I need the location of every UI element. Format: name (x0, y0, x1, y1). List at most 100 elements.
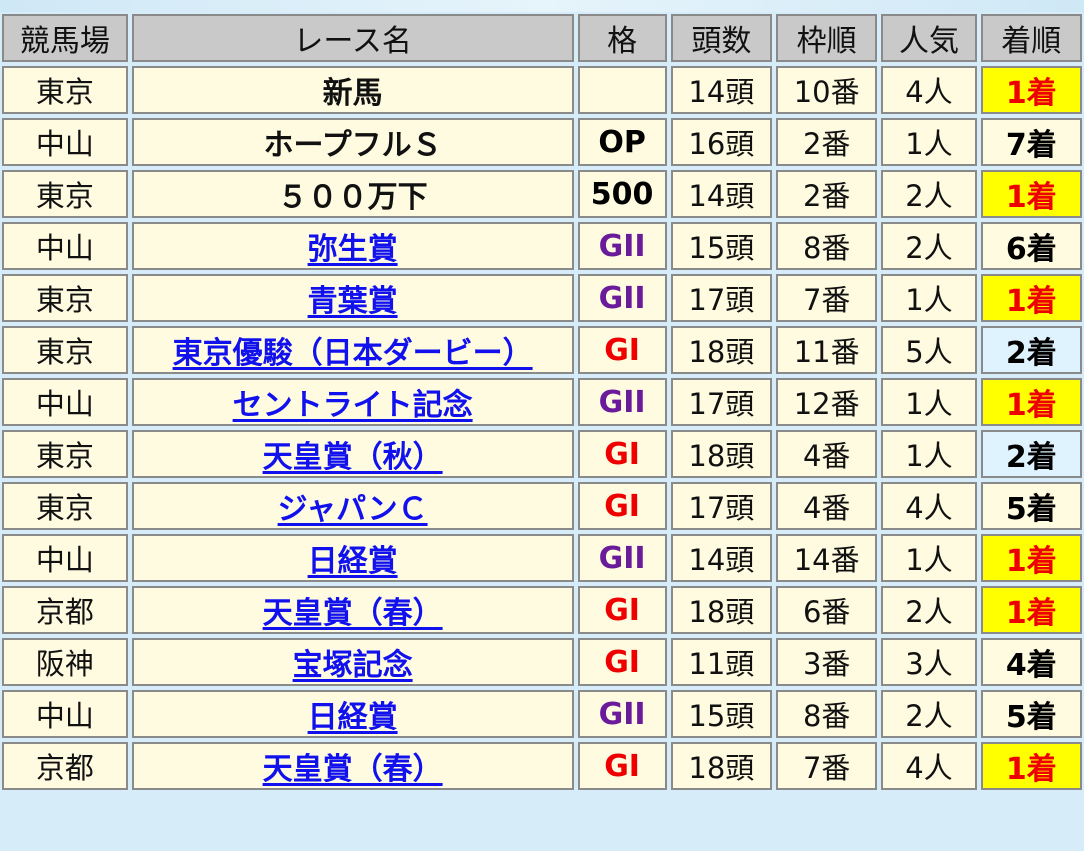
popularity-cell: 3人 (881, 638, 977, 686)
race-results-table: 競馬場 レース名 格 頭数 枠順 人気 着順 東京 新馬 14頭 10番 4人 1着 中山ホ… (0, 10, 1084, 794)
venue-cell: 中山 (2, 690, 128, 738)
venue-cell: 中山 (2, 378, 128, 426)
popularity-cell: 2人 (881, 222, 977, 270)
header-popularity: 人気 (881, 14, 977, 62)
header-row: 競馬場 レース名 格 頭数 枠順 人気 着順 (2, 14, 1082, 62)
venue-cell: 東京 (2, 66, 128, 114)
table-row: 東京 天皇賞（秋） GI 18頭 4番 1人 2着 (2, 430, 1082, 478)
race-link[interactable]: ジャパンＣ (278, 492, 428, 527)
table-row: 東京 青葉賞 GII 17頭 7番 1人 1着 (2, 274, 1082, 322)
race-name-cell: 青葉賞 (131, 274, 574, 322)
venue-cell: 京都 (2, 586, 128, 634)
popularity-cell: 1人 (881, 274, 977, 322)
race-link[interactable]: 青葉賞 (308, 284, 398, 319)
race-link[interactable]: 日経賞 (308, 700, 398, 735)
runners-cell: 17頭 (670, 274, 772, 322)
header-gate: 枠順 (776, 14, 878, 62)
finish-cell: 6着 (980, 222, 1082, 270)
grade-cell: GI (577, 638, 667, 686)
venue-cell: 中山 (2, 222, 128, 270)
race-link[interactable]: セントライト記念 (233, 388, 473, 423)
race-link[interactable]: 日経賞 (308, 544, 398, 579)
popularity-cell: 4人 (881, 482, 977, 530)
race-link[interactable]: 天皇賞（春） (263, 752, 443, 787)
race-name-cell: 弥生賞 (131, 222, 574, 270)
race-link[interactable]: 東京優駿（日本ダービー） (173, 336, 533, 371)
gate-cell: 8番 (776, 690, 878, 738)
race-name-cell: 日経賞 (131, 534, 574, 582)
grade-cell: 500 (577, 170, 667, 218)
runners-cell: 15頭 (670, 222, 772, 270)
table-row: 中山 弥生賞 GII 15頭 8番 2人 6着 (2, 222, 1082, 270)
table-row: 京都 天皇賞（春） GI 18頭 7番 4人 1着 (2, 742, 1082, 790)
race-name-cell: セントライト記念 (131, 378, 574, 426)
runners-cell: 14頭 (670, 534, 772, 582)
finish-cell: 5着 (980, 690, 1082, 738)
venue-cell: 阪神 (2, 638, 128, 686)
gate-cell: 2番 (776, 170, 878, 218)
grade-cell: GI (577, 482, 667, 530)
popularity-cell: 4人 (881, 66, 977, 114)
grade-cell: GI (577, 586, 667, 634)
grade-cell: GII (577, 534, 667, 582)
gate-cell: 4番 (776, 482, 878, 530)
race-link[interactable]: 天皇賞（春） (263, 596, 443, 631)
table-row: 中山 日経賞 GII 15頭 8番 2人 5着 (2, 690, 1082, 738)
finish-cell: 7着 (980, 118, 1082, 166)
race-link[interactable]: 天皇賞（秋） (263, 440, 443, 475)
finish-cell: 5着 (980, 482, 1082, 530)
header-race-name: レース名 (131, 14, 574, 62)
finish-cell: 1着 (980, 742, 1082, 790)
race-name-cell: 天皇賞（秋） (131, 430, 574, 478)
race-name-text: 新馬 (322, 76, 383, 111)
runners-cell: 18頭 (670, 430, 772, 478)
gate-cell: 10番 (776, 66, 878, 114)
runners-cell: 18頭 (670, 586, 772, 634)
finish-cell: 1着 (980, 274, 1082, 322)
finish-cell: 1着 (980, 378, 1082, 426)
header-grade: 格 (577, 14, 667, 62)
race-name-cell: 新馬 (131, 66, 574, 114)
race-link[interactable]: 弥生賞 (308, 232, 398, 267)
race-name-cell: ５００万下 (131, 170, 574, 218)
finish-cell: 1着 (980, 586, 1082, 634)
popularity-cell: 1人 (881, 430, 977, 478)
gate-cell: 3番 (776, 638, 878, 686)
venue-cell: 京都 (2, 742, 128, 790)
grade-cell: GII (577, 222, 667, 270)
gate-cell: 2番 (776, 118, 878, 166)
race-name-cell: ホープフルＳ (131, 118, 574, 166)
table-row: 中山 セントライト記念 GII 17頭 12番 1人 1着 (2, 378, 1082, 426)
finish-cell: 1着 (980, 66, 1082, 114)
popularity-cell: 2人 (881, 586, 977, 634)
venue-cell: 中山 (2, 534, 128, 582)
grade-cell: OP (577, 118, 667, 166)
finish-cell: 2着 (980, 430, 1082, 478)
header-finish: 着順 (980, 14, 1082, 62)
table-body: 東京 新馬 14頭 10番 4人 1着 中山 ホープフルＳ OP 16頭 2番 1人 7着 東京 ５００万下… (2, 66, 1082, 790)
popularity-cell: 2人 (881, 690, 977, 738)
gate-cell: 14番 (776, 534, 878, 582)
race-name-cell: ジャパンＣ (131, 482, 574, 530)
popularity-cell: 2人 (881, 170, 977, 218)
runners-cell: 14頭 (670, 66, 772, 114)
venue-cell: 東京 (2, 482, 128, 530)
table-row: 東京 ジャパンＣ GI 17頭 4番 4人 5着 (2, 482, 1082, 530)
gate-cell: 6番 (776, 586, 878, 634)
race-name-text: ５００万下 (277, 180, 428, 215)
venue-cell: 中山 (2, 118, 128, 166)
header-runners: 頭数 (670, 14, 772, 62)
grade-cell: GII (577, 690, 667, 738)
header-venue: 競馬場 (2, 14, 128, 62)
gate-cell: 12番 (776, 378, 878, 426)
table-row: 東京 ５００万下 500 14頭 2番 2人 1着 (2, 170, 1082, 218)
grade-cell (577, 66, 667, 114)
table-row: 東京 新馬 14頭 10番 4人 1着 (2, 66, 1082, 114)
runners-cell: 17頭 (670, 482, 772, 530)
gate-cell: 11番 (776, 326, 878, 374)
runners-cell: 14頭 (670, 170, 772, 218)
race-link[interactable]: 宝塚記念 (293, 648, 413, 683)
popularity-cell: 1人 (881, 534, 977, 582)
popularity-cell: 4人 (881, 742, 977, 790)
grade-cell: GII (577, 274, 667, 322)
